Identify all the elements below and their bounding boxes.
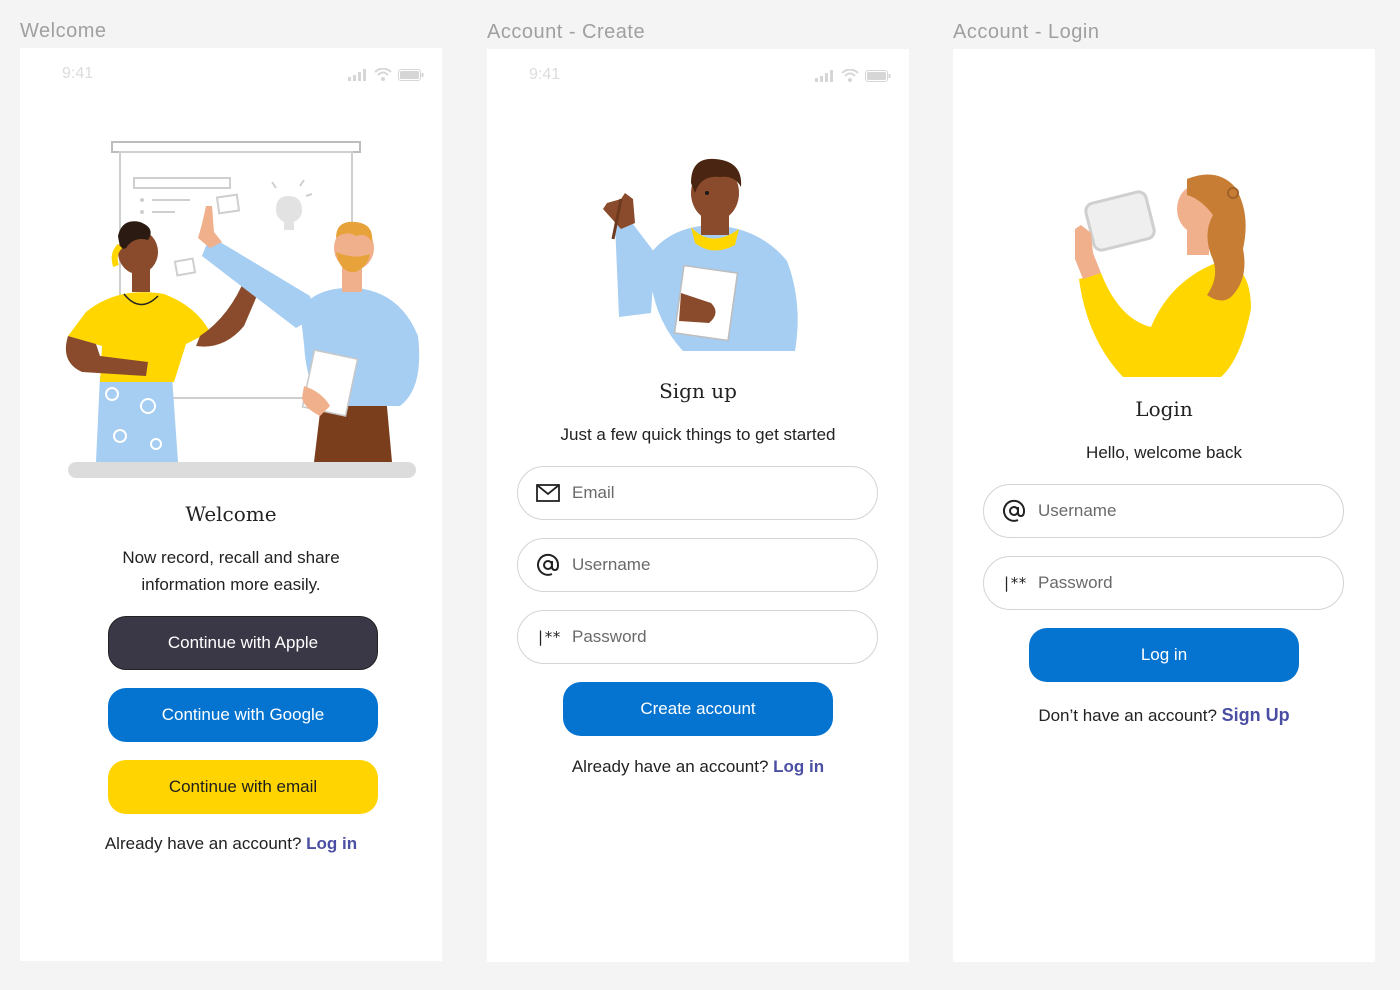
create-login-link[interactable]: Log in (773, 757, 824, 776)
password-input[interactable] (572, 627, 852, 647)
login-screen: Login Hello, welcome back |** Log in Don… (953, 49, 1375, 962)
password-icon: |** (1001, 574, 1027, 592)
status-time: 9:41 (529, 66, 561, 83)
create-footer: Already have an account? Log in (487, 757, 909, 777)
wifi-icon (374, 68, 392, 81)
create-account-button[interactable]: Create account (563, 682, 833, 736)
status-icons (815, 69, 891, 82)
continue-with-email-button[interactable]: Continue with email (108, 760, 378, 814)
welcome-subtitle-line-2: information more easily. (141, 575, 321, 594)
envelope-icon (536, 481, 560, 505)
welcome-login-link[interactable]: Log in (306, 834, 357, 853)
woman-with-tablet-illustration (1075, 174, 1251, 377)
login-title: Login (1135, 397, 1193, 421)
email-input[interactable] (572, 483, 852, 503)
battery-icon (398, 68, 424, 81)
signup-link[interactable]: Sign Up (1222, 705, 1290, 725)
wifi-icon (841, 69, 859, 82)
email-field[interactable] (517, 466, 878, 520)
login-footer-text: Don’t have an account? (1038, 706, 1222, 725)
battery-icon (865, 69, 891, 82)
signal-icon (815, 69, 833, 82)
continue-with-apple-button[interactable]: Continue with Apple (108, 616, 378, 670)
login-frame-label: Account - Login (953, 21, 1100, 43)
username-field[interactable] (983, 484, 1344, 538)
status-icons (348, 68, 424, 81)
password-field[interactable]: |** (983, 556, 1344, 610)
welcome-subtitle: Now record, recall and share information… (20, 544, 442, 598)
welcome-subtitle-line-1: Now record, recall and share (122, 548, 340, 567)
create-frame-label: Account - Create (487, 21, 646, 43)
welcome-screen: 9:41 Welcome Now record, recall and shar… (20, 48, 442, 961)
signup-subtitle: Just a few quick things to get started (560, 425, 836, 444)
login-button[interactable]: Log in (1029, 628, 1299, 682)
welcome-footer: Already have an account? Log in (20, 834, 442, 854)
status-time: 9:41 (62, 65, 94, 82)
password-input[interactable] (1038, 573, 1318, 593)
at-sign-icon (1002, 499, 1026, 523)
welcome-footer-text: Already have an account? (104, 834, 307, 853)
login-footer: Don’t have an account? Sign Up (953, 705, 1375, 726)
login-subtitle: Hello, welcome back (1086, 443, 1242, 462)
status-bar: 9:41 (20, 64, 442, 86)
signup-title: Sign up (659, 379, 737, 403)
status-bar: 9:41 (487, 65, 909, 87)
welcome-title: Welcome (185, 502, 277, 526)
man-with-clipboard-illustration (603, 158, 798, 351)
continue-with-google-button[interactable]: Continue with Google (108, 688, 378, 742)
welcome-frame-label: Welcome (20, 20, 107, 42)
username-input[interactable] (1038, 501, 1318, 521)
at-sign-icon (536, 553, 560, 577)
username-field[interactable] (517, 538, 878, 592)
create-footer-text: Already have an account? (571, 757, 774, 776)
password-icon: |** (535, 628, 561, 646)
username-input[interactable] (572, 555, 852, 575)
team-presentation-illustration (65, 141, 420, 478)
password-field[interactable]: |** (517, 610, 878, 664)
create-account-screen: 9:41 Sign up Just a few quick things to … (487, 49, 909, 962)
signal-icon (348, 68, 366, 81)
